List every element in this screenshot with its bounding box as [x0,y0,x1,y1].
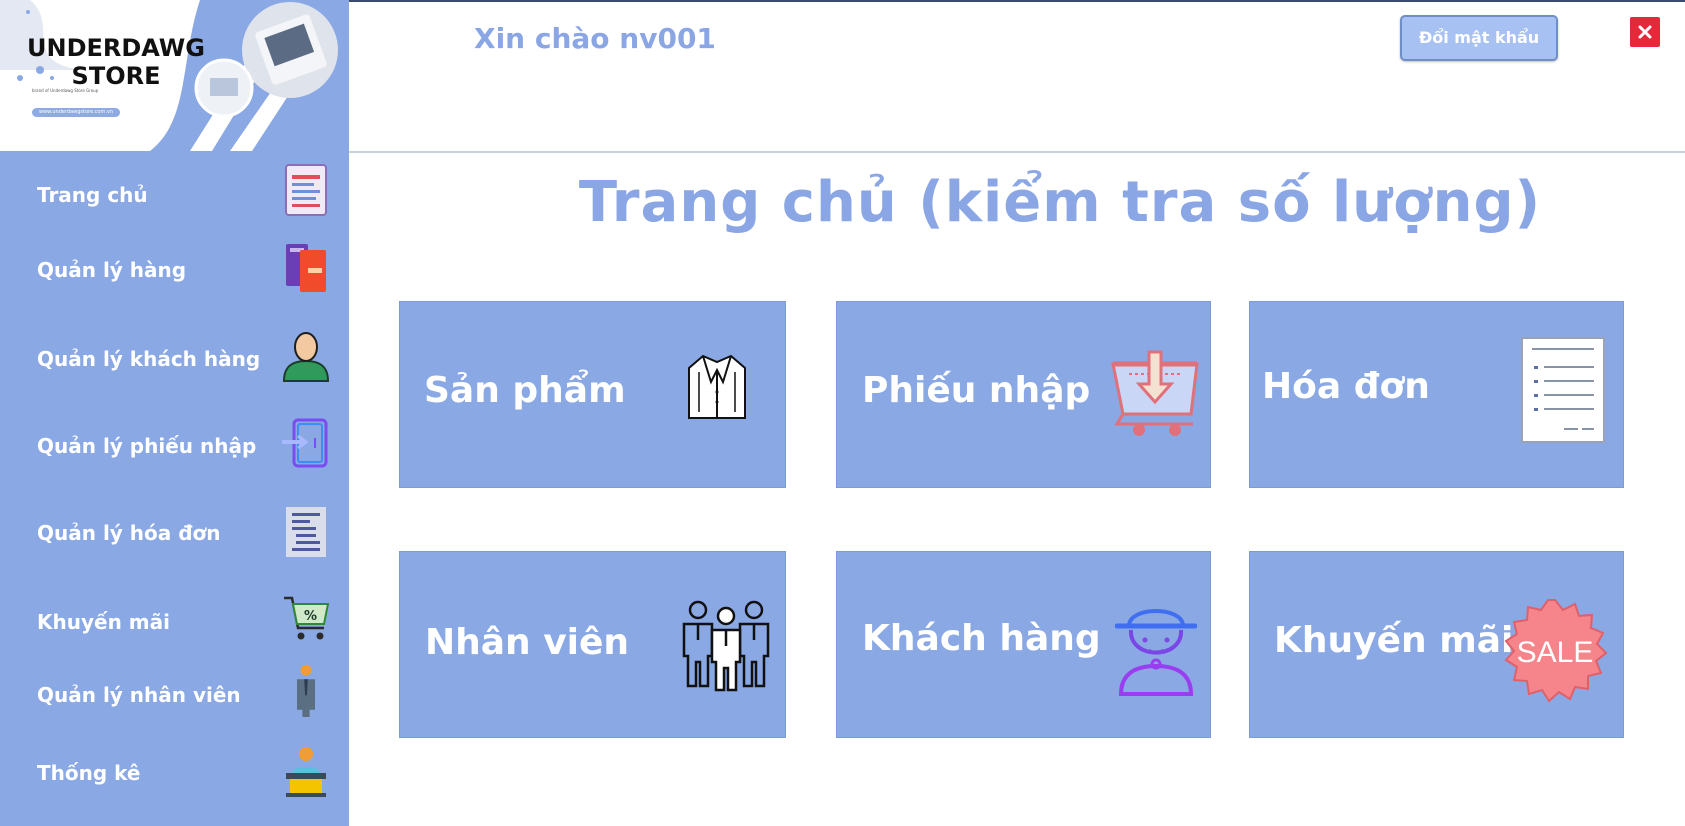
tile-label: Khuyến mãi [1274,620,1514,661]
tile-label: Nhân viên [425,622,630,663]
sidebar-item-label: Quản lý hàng [37,258,187,282]
greeting-text: Xin chào nv001 [474,22,716,55]
document-icon [285,164,327,216]
sidebar-item-quan-ly-hang[interactable]: Quản lý hàng [0,238,349,298]
sidebar-item-label: Quản lý khách hàng [37,347,261,371]
page-title: Trang chủ (kiểm tra số lượng) [578,170,1542,235]
sidebar-item-quan-ly-khach-hang[interactable]: Quản lý khách hàng [0,327,349,387]
tile-hoa-don[interactable]: Hóa đơn [1249,301,1624,488]
sidebar-item-quan-ly-phieu-nhap[interactable]: Quản lý phiếu nhập [0,414,349,474]
sidebar-item-quan-ly-nhan-vien[interactable]: Quản lý nhân viên [0,663,349,723]
sale-badge-icon: SALE [1504,599,1608,703]
close-button[interactable] [1630,17,1660,47]
sidebar-item-quan-ly-hoa-don[interactable]: Quản lý hóa đơn [0,501,349,561]
sidebar-item-label: Quản lý hóa đơn [37,521,221,545]
tile-label: Sản phẩm [424,370,626,411]
employee-icon [297,664,315,717]
logo-banner: UNDERDAWG STORE brand of Underdawg Store… [0,0,349,151]
sidebar: Trang chủ Quản lý hàng Quản lý khách hàn… [0,151,349,826]
tile-label: Khách hàng [862,618,1101,659]
tile-phieu-nhap[interactable]: Phiếu nhập [836,301,1211,488]
logo-url-pill: www.underdawgstore.com.vn [32,108,120,117]
svg-text:%: % [304,609,317,624]
sidebar-item-label: Quản lý nhân viên [37,683,241,707]
logo-line-2: STORE [71,62,161,90]
sidebar-item-label: Khuyến mãi [37,610,170,634]
sidebar-item-khuyen-mai[interactable]: Khuyến mãi % [0,588,349,648]
logo-subtitle: brand of Underdawg Store Group [32,88,99,93]
sidebar-item-thong-ke[interactable]: Thống kê [0,745,349,805]
statistics-person-icon [286,747,326,797]
tile-khach-hang[interactable]: Khách hàng [836,551,1211,738]
sale-badge-text: SALE [1517,636,1594,669]
tile-khuyen-mai[interactable]: Khuyến mãi SALE [1249,551,1624,738]
store-logo-text: UNDERDAWG STORE [16,34,216,90]
door-enter-icon [282,418,328,468]
sidebar-item-label: Quản lý phiếu nhập [37,434,257,458]
tile-nhan-vien[interactable]: Nhân viên [399,551,786,738]
sidebar-item-label: Trang chủ [37,183,148,207]
change-password-button[interactable]: Đổi mật khẩu [1400,15,1558,61]
person-icon [282,332,330,382]
logo-line-1: UNDERDAWG [27,34,205,62]
receipt-icon [1521,337,1605,443]
sidebar-item-trang-chu[interactable]: Trang chủ [0,163,349,223]
close-icon [1638,25,1652,39]
cart-percent-icon: % [284,596,330,640]
jacket-icon [688,354,746,419]
customer-hat-icon [1115,609,1197,696]
sidebar-item-label: Thống kê [37,761,141,785]
tile-san-pham[interactable]: Sản phẩm [399,301,786,488]
tile-label: Hóa đơn [1262,366,1430,407]
books-icon [286,244,326,292]
tile-label: Phiếu nhập [862,370,1091,411]
header-divider [349,151,1685,153]
basket-import-icon [1111,350,1199,436]
invoice-icon [286,507,326,557]
staff-group-icon [682,600,770,692]
